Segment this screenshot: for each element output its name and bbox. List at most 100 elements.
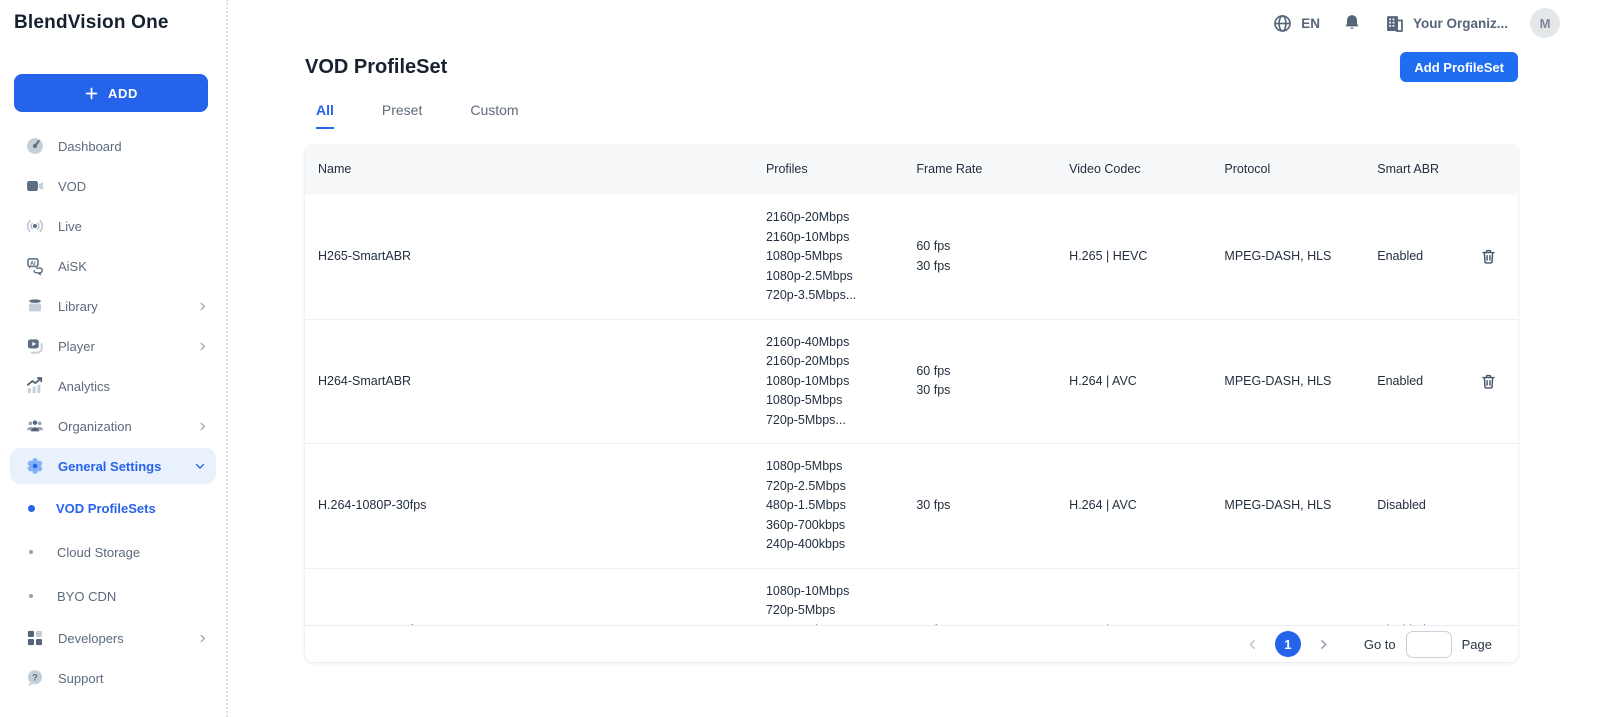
current-page-button[interactable]: 1 — [1275, 631, 1301, 657]
goto-page-input[interactable] — [1406, 631, 1452, 658]
sidebar-item-label: VOD — [58, 179, 208, 194]
bullet — [29, 550, 33, 554]
sidebar-item-aisk[interactable]: AI AiSK — [0, 246, 226, 286]
row-smart-abr: Enabled — [1377, 372, 1469, 392]
language-selector[interactable]: EN — [1272, 13, 1320, 34]
pagination: 1 Go to Page — [305, 625, 1518, 662]
sidebar-item-vod[interactable]: VOD — [0, 166, 226, 206]
organization-selector[interactable]: Your Organiz... — [1384, 13, 1508, 34]
row-video-codec: H.264 | AVC — [1069, 372, 1224, 392]
sidebar-item-library[interactable]: Library — [0, 286, 226, 326]
previous-page-button[interactable] — [1244, 636, 1261, 653]
next-page-button[interactable] — [1315, 636, 1332, 653]
row-video-codec: H.265 | HEVC — [1069, 247, 1224, 267]
svg-text:?: ? — [32, 673, 38, 684]
grid-icon — [25, 628, 45, 648]
organization-label: Your Organiz... — [1413, 16, 1508, 31]
sidebar-item-label: General Settings — [58, 459, 194, 474]
goto-label: Go to — [1364, 637, 1396, 652]
profileset-table: Name Profiles Frame Rate Video Codec Pro… — [305, 145, 1518, 662]
notifications-button[interactable] — [1342, 13, 1362, 33]
tabs: All Preset Custom — [305, 102, 1518, 129]
column-header-frame-rate: Frame Rate — [916, 160, 1069, 180]
bell-icon — [1342, 13, 1362, 33]
sidebar-item-label: Support — [58, 671, 208, 686]
globe-icon — [1272, 13, 1293, 34]
table-row[interactable]: H265-SmartABR 2160p-20Mbps2160p-10Mbps10… — [305, 195, 1518, 319]
row-frame-rate: 30 fps — [916, 496, 1069, 516]
row-protocol: MPEG-DASH, HLS — [1224, 247, 1377, 267]
row-profiles: 1080p-5Mbps720p-2.5Mbps480p-1.5Mbps360p-… — [766, 457, 916, 555]
trash-icon — [1479, 372, 1498, 391]
chevron-right-icon — [197, 301, 208, 312]
add-button-label: ADD — [108, 86, 138, 101]
sidebar-subitem-label: BYO CDN — [57, 589, 116, 604]
chevron-right-icon — [197, 421, 208, 432]
sidebar-subitem-cloud-storage[interactable]: Cloud Storage — [0, 530, 226, 574]
gauge-icon — [25, 136, 45, 156]
page-title: VOD ProfileSet — [305, 56, 447, 79]
table-row[interactable]: H.264-1080P-60fps 1080p-10Mbps720p-5Mbps… — [305, 568, 1518, 626]
topbar: EN Your Organiz... M — [228, 0, 1600, 36]
row-profiles: 2160p-20Mbps2160p-10Mbps1080p-5Mbps1080p… — [766, 208, 916, 306]
sidebar-item-developers[interactable]: Developers — [0, 618, 226, 658]
table-row[interactable]: H264-SmartABR 2160p-40Mbps2160p-20Mbps10… — [305, 319, 1518, 444]
row-profiles: 2160p-40Mbps2160p-20Mbps1080p-10Mbps1080… — [766, 333, 916, 431]
sidebar-item-label: Dashboard — [58, 139, 208, 154]
sidebar-item-dashboard[interactable]: Dashboard — [0, 126, 226, 166]
sidebar-item-label: Player — [58, 339, 197, 354]
delete-button[interactable] — [1477, 370, 1500, 393]
page-label: Page — [1462, 637, 1492, 652]
main-area: EN Your Organiz... M VOD ProfileSet Add … — [228, 0, 1600, 717]
row-profiles: 1080p-10Mbps720p-5Mbps480p-3Mbps... — [766, 582, 916, 626]
sidebar-nav: Dashboard VOD Live AI AiSK — [0, 126, 226, 698]
sidebar-item-label: Developers — [58, 631, 197, 646]
tab-preset[interactable]: Preset — [382, 102, 422, 129]
trash-icon — [1479, 247, 1498, 266]
live-broadcast-icon — [25, 216, 45, 236]
sidebar-subitem-label: VOD ProfileSets — [56, 501, 156, 516]
sidebar-item-player[interactable]: Player — [0, 326, 226, 366]
sidebar-subitem-vod-profilesets[interactable]: VOD ProfileSets — [0, 486, 226, 530]
brand-logo: BlendVision One — [0, 8, 226, 34]
column-header-smart-abr: Smart ABR — [1377, 160, 1469, 180]
bullet — [29, 594, 33, 598]
analytics-chart-icon — [25, 376, 45, 396]
sidebar-item-label: Live — [58, 219, 208, 234]
avatar[interactable]: M — [1530, 8, 1560, 38]
sidebar: BlendVision One ADD Dashboard VOD — [0, 0, 228, 717]
sidebar-item-label: Organization — [58, 419, 197, 434]
sidebar-item-support[interactable]: ? Support — [0, 658, 226, 698]
table-header: Name Profiles Frame Rate Video Codec Pro… — [305, 145, 1518, 195]
row-frame-rate: 60 fps30 fps — [916, 237, 1069, 276]
chevron-right-icon — [197, 633, 208, 644]
tab-custom[interactable]: Custom — [470, 102, 518, 129]
row-smart-abr: Enabled — [1377, 247, 1469, 267]
sidebar-item-label: AiSK — [58, 259, 208, 274]
delete-button[interactable] — [1477, 245, 1500, 268]
sidebar-item-general-settings[interactable]: General Settings — [10, 448, 216, 484]
row-frame-rate: 60 fps30 fps — [916, 362, 1069, 401]
sidebar-item-organization[interactable]: Organization — [0, 406, 226, 446]
add-button[interactable]: ADD — [14, 74, 208, 112]
add-profileset-button[interactable]: Add ProfileSet — [1400, 52, 1518, 82]
app-root: BlendVision One ADD Dashboard VOD — [0, 0, 1600, 717]
building-icon — [1384, 13, 1405, 34]
sidebar-item-label: Library — [58, 299, 197, 314]
video-camera-icon — [25, 176, 45, 196]
column-header-profiles: Profiles — [766, 160, 916, 180]
row-name: H264-SmartABR — [305, 372, 766, 392]
language-label: EN — [1301, 16, 1320, 31]
table-row[interactable]: H.264-1080P-30fps 1080p-5Mbps720p-2.5Mbp… — [305, 443, 1518, 568]
sidebar-item-live[interactable]: Live — [0, 206, 226, 246]
sidebar-subitem-byo-cdn[interactable]: BYO CDN — [0, 574, 226, 618]
row-name: H.264-1080P-30fps — [305, 496, 766, 516]
active-bullet — [28, 505, 35, 512]
sidebar-item-analytics[interactable]: Analytics — [0, 366, 226, 406]
row-name: H265-SmartABR — [305, 247, 766, 267]
row-video-codec: H.264 | AVC — [1069, 496, 1224, 516]
svg-text:AI: AI — [30, 261, 36, 267]
tab-all[interactable]: All — [316, 102, 334, 129]
player-icon — [25, 336, 45, 356]
column-header-protocol: Protocol — [1224, 160, 1377, 180]
